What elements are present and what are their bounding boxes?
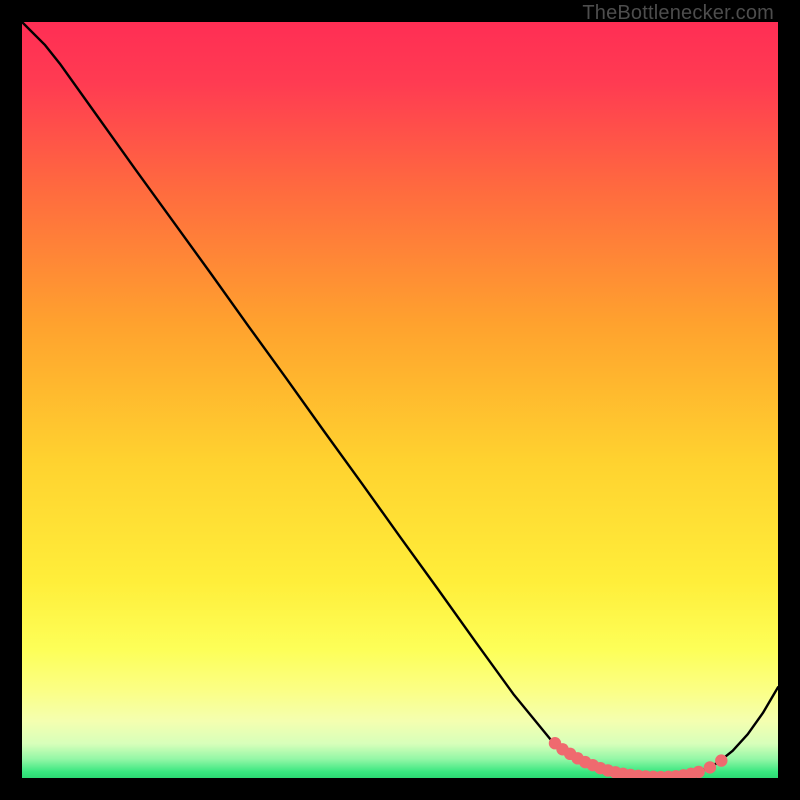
chart-frame xyxy=(22,22,778,778)
marker-dot xyxy=(692,766,704,778)
watermark-text: TheBottlenecker.com xyxy=(582,2,774,25)
marker-dot xyxy=(715,754,727,766)
gradient-background xyxy=(22,22,778,778)
bottleneck-chart xyxy=(22,22,778,778)
marker-dot xyxy=(704,761,716,773)
